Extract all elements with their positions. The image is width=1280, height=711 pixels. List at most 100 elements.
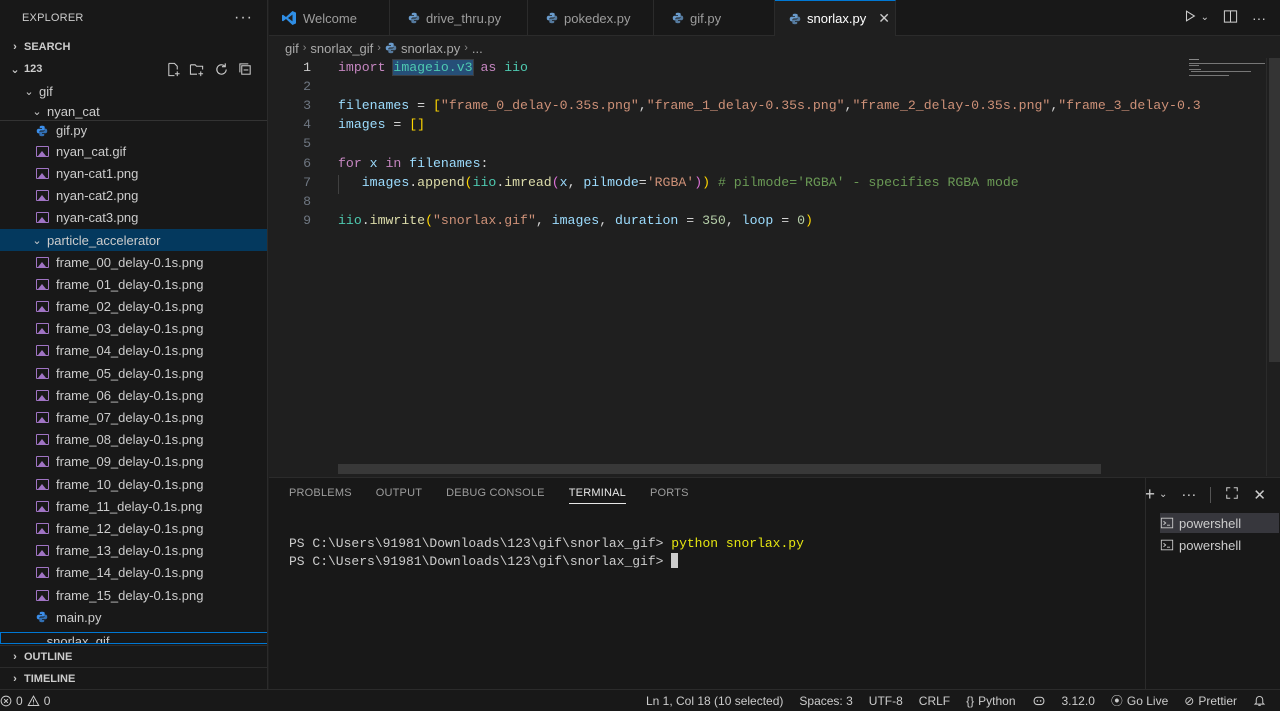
tab-pokedex[interactable]: pokedex.py <box>528 0 654 36</box>
refresh-icon[interactable] <box>213 61 229 77</box>
code-token: , <box>638 98 647 113</box>
terminal-label: powershell <box>1179 537 1242 553</box>
code-token: as <box>480 60 497 75</box>
terminal-list: powershell powershell <box>1145 478 1280 690</box>
terminal-item[interactable]: powershell <box>1160 535 1279 555</box>
workspace-folder-123[interactable]: ⌄ 123 <box>0 58 267 80</box>
tree-file-main-py[interactable]: main.py <box>0 606 267 628</box>
copilot-icon[interactable] <box>1032 694 1046 707</box>
tab-problems[interactable]: PROBLEMS <box>289 487 352 504</box>
code-token: "frame_1_delay-0.35s.png" <box>646 98 845 113</box>
cursor-position[interactable]: Ln 1, Col 18 (10 selected) <box>646 694 783 708</box>
problems-status[interactable]: 0 0 <box>0 694 50 708</box>
code-token: ) <box>694 175 703 190</box>
tree-file-frame[interactable]: frame_11_delay-0.1s.png <box>0 495 267 517</box>
tab-debug-console[interactable]: DEBUG CONSOLE <box>446 487 545 504</box>
notifications-icon[interactable] <box>1253 694 1266 707</box>
powershell-icon <box>1160 516 1174 530</box>
vertical-scrollbar-thumb[interactable] <box>1269 58 1280 362</box>
code-token: images <box>361 175 410 190</box>
tree-file-frame[interactable]: frame_01_delay-0.1s.png <box>0 273 267 295</box>
file-label: frame_01_delay-0.1s.png <box>56 276 204 292</box>
tree-folder-particle-accelerator[interactable]: ⌄ particle_accelerator <box>0 228 267 252</box>
image-file-icon <box>36 367 49 379</box>
tree-file-frame[interactable]: frame_02_delay-0.1s.png <box>0 296 267 318</box>
particle-file-list: frame_00_delay-0.1s.png frame_01_delay-0.… <box>0 251 267 606</box>
breadcrumb-item[interactable]: snorlax.py <box>401 41 460 56</box>
tree-file-frame[interactable]: frame_06_delay-0.1s.png <box>0 384 267 406</box>
tree-file-nyan-cat-gif[interactable]: nyan_cat.gif <box>0 140 267 162</box>
line-number: 9 <box>303 213 311 228</box>
image-file-icon <box>36 278 49 290</box>
more-icon[interactable]: ··· <box>1252 10 1266 26</box>
chevron-down-icon[interactable]: ⌄ <box>1201 12 1209 23</box>
panel-tabs: PROBLEMS OUTPUT DEBUG CONSOLE TERMINAL P… <box>289 487 689 504</box>
tree-folder-snorlax-gif[interactable]: ⌄ snorlax_gif <box>0 632 267 644</box>
code-token: = <box>385 117 410 132</box>
code-token: iio <box>504 60 528 75</box>
encoding[interactable]: UTF-8 <box>869 694 903 708</box>
horizontal-scrollbar[interactable] <box>338 464 1101 474</box>
line-number: 7 <box>303 175 311 190</box>
explorer-more-button[interactable]: ··· <box>234 9 253 27</box>
tab-drive-thru[interactable]: drive_thru.py <box>390 0 528 36</box>
tree-file-gif-py[interactable]: gif.py <box>0 120 267 140</box>
indentation[interactable]: Spaces: 3 <box>799 694 852 708</box>
prettier-icon: ⊘ <box>1184 693 1195 708</box>
tree-file-frame[interactable]: frame_14_delay-0.1s.png <box>0 562 267 584</box>
tab-terminal[interactable]: TERMINAL <box>568 487 626 504</box>
tree-file-nyan-cat2[interactable]: nyan-cat2.png <box>0 185 267 207</box>
language-mode[interactable]: {} Python <box>966 694 1015 708</box>
code-token: 350 <box>702 213 726 228</box>
tree-file-frame[interactable]: frame_05_delay-0.1s.png <box>0 362 267 384</box>
collapse-all-icon[interactable] <box>237 61 253 77</box>
search-section[interactable]: › SEARCH <box>0 36 267 58</box>
code-token: [ <box>432 98 441 113</box>
tab-ports[interactable]: PORTS <box>650 487 689 504</box>
python-icon <box>789 13 801 25</box>
split-editor-icon[interactable] <box>1223 9 1238 27</box>
tree-file-frame[interactable]: frame_15_delay-0.1s.png <box>0 584 267 606</box>
code-token: for <box>338 156 362 171</box>
code-token: [] <box>409 117 426 132</box>
run-icon[interactable] <box>1183 9 1197 26</box>
tree-file-frame[interactable]: frame_08_delay-0.1s.png <box>0 429 267 451</box>
tab-gif-py[interactable]: gif.py <box>654 0 775 36</box>
terminal-output[interactable]: PS C:\Users\91981\Downloads\123\gif\snor… <box>289 535 804 570</box>
timeline-section[interactable]: › TIMELINE <box>0 667 267 689</box>
code-editor[interactable]: 1 2 3 4 5 6 7 8 9 import imageio.v3 as i… <box>269 58 1280 476</box>
minimap[interactable] <box>1187 58 1265 76</box>
prettier-button[interactable]: ⊘ Prettier <box>1184 694 1237 708</box>
tree-file-nyan-cat3[interactable]: nyan-cat3.png <box>0 207 267 229</box>
line-ending[interactable]: CRLF <box>919 694 950 708</box>
tree-file-frame[interactable]: frame_04_delay-0.1s.png <box>0 340 267 362</box>
tree-file-frame[interactable]: frame_13_delay-0.1s.png <box>0 540 267 562</box>
python-version[interactable]: 3.12.0 <box>1062 694 1095 708</box>
go-live-button[interactable]: ⦿ Go Live <box>1111 692 1168 709</box>
tree-file-frame[interactable]: frame_07_delay-0.1s.png <box>0 406 267 428</box>
tree-file-frame[interactable]: frame_03_delay-0.1s.png <box>0 318 267 340</box>
file-label: nyan_cat.gif <box>56 143 127 159</box>
tree-file-nyan-cat1[interactable]: nyan-cat1.png <box>0 162 267 184</box>
breadcrumb-item[interactable]: gif <box>285 41 299 56</box>
line-number: 6 <box>303 156 311 171</box>
tree-folder-gif[interactable]: ⌄ gif <box>0 80 267 102</box>
outline-section[interactable]: › OUTLINE <box>0 645 267 667</box>
tree-folder-nyan-cat[interactable]: ⌄ nyan_cat <box>0 102 267 120</box>
new-file-icon[interactable] <box>165 61 181 77</box>
tab-snorlax[interactable]: snorlax.py ✕ <box>775 0 896 36</box>
terminal-item[interactable]: powershell <box>1160 513 1279 533</box>
breadcrumb-item[interactable]: ... <box>472 41 483 56</box>
tree-file-frame[interactable]: frame_09_delay-0.1s.png <box>0 451 267 473</box>
code-token: ( <box>464 175 473 190</box>
editor-actions: ⌄ ··· <box>1183 0 1280 35</box>
tree-file-frame[interactable]: frame_12_delay-0.1s.png <box>0 517 267 539</box>
close-icon[interactable]: ✕ <box>878 10 890 27</box>
tree-file-frame[interactable]: frame_10_delay-0.1s.png <box>0 473 267 495</box>
tab-output[interactable]: OUTPUT <box>376 487 422 504</box>
tab-welcome[interactable]: Welcome <box>269 0 390 36</box>
tree-file-frame[interactable]: frame_00_delay-0.1s.png <box>0 251 267 273</box>
breadcrumb-item[interactable]: snorlax_gif <box>310 41 373 56</box>
code-token: "frame_0_delay-0.35s.png" <box>440 98 639 113</box>
new-folder-icon[interactable] <box>189 61 205 77</box>
